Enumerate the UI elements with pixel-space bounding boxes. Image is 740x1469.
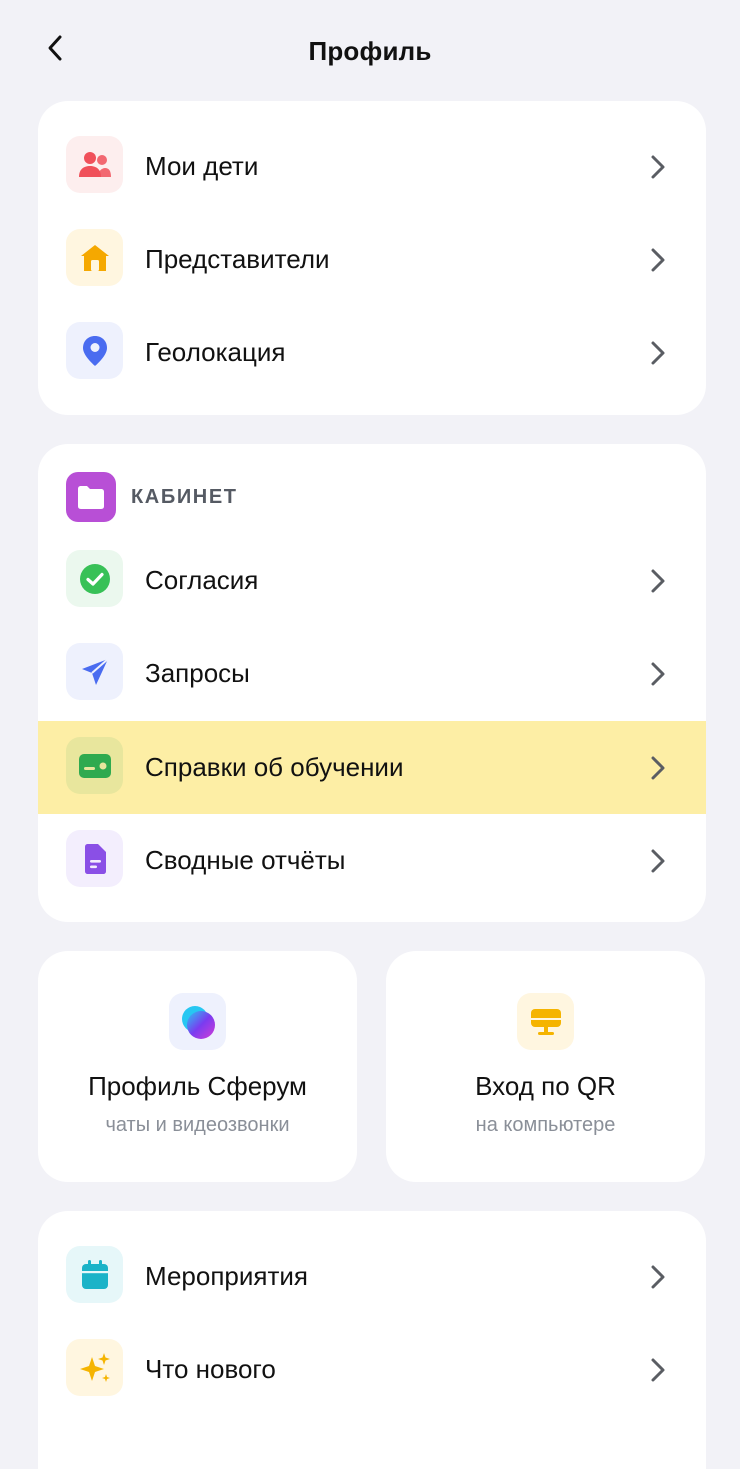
chevron-right-icon <box>646 246 670 274</box>
home-icon <box>66 229 123 286</box>
menu-item-consents[interactable]: Согласия <box>38 534 706 627</box>
menu-item-summary-reports[interactable]: Сводные отчёты <box>38 814 706 907</box>
menu-item-requests[interactable]: Запросы <box>38 627 706 720</box>
menu-item-representatives[interactable]: Представители <box>38 213 706 306</box>
menu-item-my-children[interactable]: Мои дети <box>38 120 706 213</box>
menu-item-geolocation[interactable]: Геолокация <box>38 306 706 399</box>
menu-item-label: Сводные отчёты <box>145 845 346 875</box>
menu-item-label: Что нового <box>145 1354 276 1384</box>
sferum-logo-icon <box>169 993 226 1050</box>
check-circle-icon <box>66 550 123 607</box>
calendar-icon <box>66 1246 123 1303</box>
chevron-right-icon <box>646 847 670 875</box>
menu-item-label: Мероприятия <box>145 1261 308 1291</box>
send-icon <box>66 643 123 700</box>
children-icon <box>66 136 123 193</box>
menu-item-label: Справки об обучении <box>145 752 404 782</box>
sparkles-icon <box>66 1339 123 1396</box>
chevron-right-icon <box>646 153 670 181</box>
certificate-card-icon <box>66 737 123 794</box>
menu-item-education-certificates[interactable]: Справки об обучении <box>38 721 706 814</box>
cabinet-card: КАБИНЕТ Согласия Запросы Справки об обуч… <box>38 444 706 922</box>
qr-login-tile[interactable]: Вход по QR на компьютере <box>386 951 705 1182</box>
tile-subtitle: чаты и видеозвонки <box>105 1114 290 1136</box>
folder-icon <box>66 472 116 522</box>
chevron-right-icon <box>646 339 670 367</box>
sferum-profile-tile[interactable]: Профиль Сферум чаты и видеозвонки <box>38 951 357 1182</box>
menu-item-label: Запросы <box>145 658 250 688</box>
extra-menu-card: Мероприятия Что нового <box>38 1211 706 1469</box>
profile-menu-card: Мои дети Представители Геолокация <box>38 101 706 415</box>
chevron-right-icon <box>646 754 670 782</box>
chevron-right-icon <box>646 1356 670 1384</box>
tile-title: Профиль Сферум <box>88 1071 307 1101</box>
top-bar: Профиль <box>0 0 740 102</box>
section-title: КАБИНЕТ <box>131 485 238 508</box>
menu-item-whats-new[interactable]: Что нового <box>38 1323 706 1416</box>
tile-title: Вход по QR <box>475 1071 616 1101</box>
menu-item-label: Согласия <box>145 565 259 595</box>
location-pin-icon <box>66 322 123 379</box>
chevron-right-icon <box>646 567 670 595</box>
menu-item-label: Мои дети <box>145 151 259 181</box>
document-icon <box>66 830 123 887</box>
page-title: Профиль <box>308 36 432 66</box>
tile-subtitle: на компьютере <box>475 1114 616 1136</box>
menu-item-label: Геолокация <box>145 337 286 367</box>
monitor-icon <box>517 993 574 1050</box>
menu-item-label: Представители <box>145 244 330 274</box>
chevron-right-icon <box>646 660 670 688</box>
menu-item-events[interactable]: Мероприятия <box>38 1230 706 1323</box>
cabinet-section-header: КАБИНЕТ <box>66 472 238 522</box>
chevron-right-icon <box>646 1263 670 1291</box>
